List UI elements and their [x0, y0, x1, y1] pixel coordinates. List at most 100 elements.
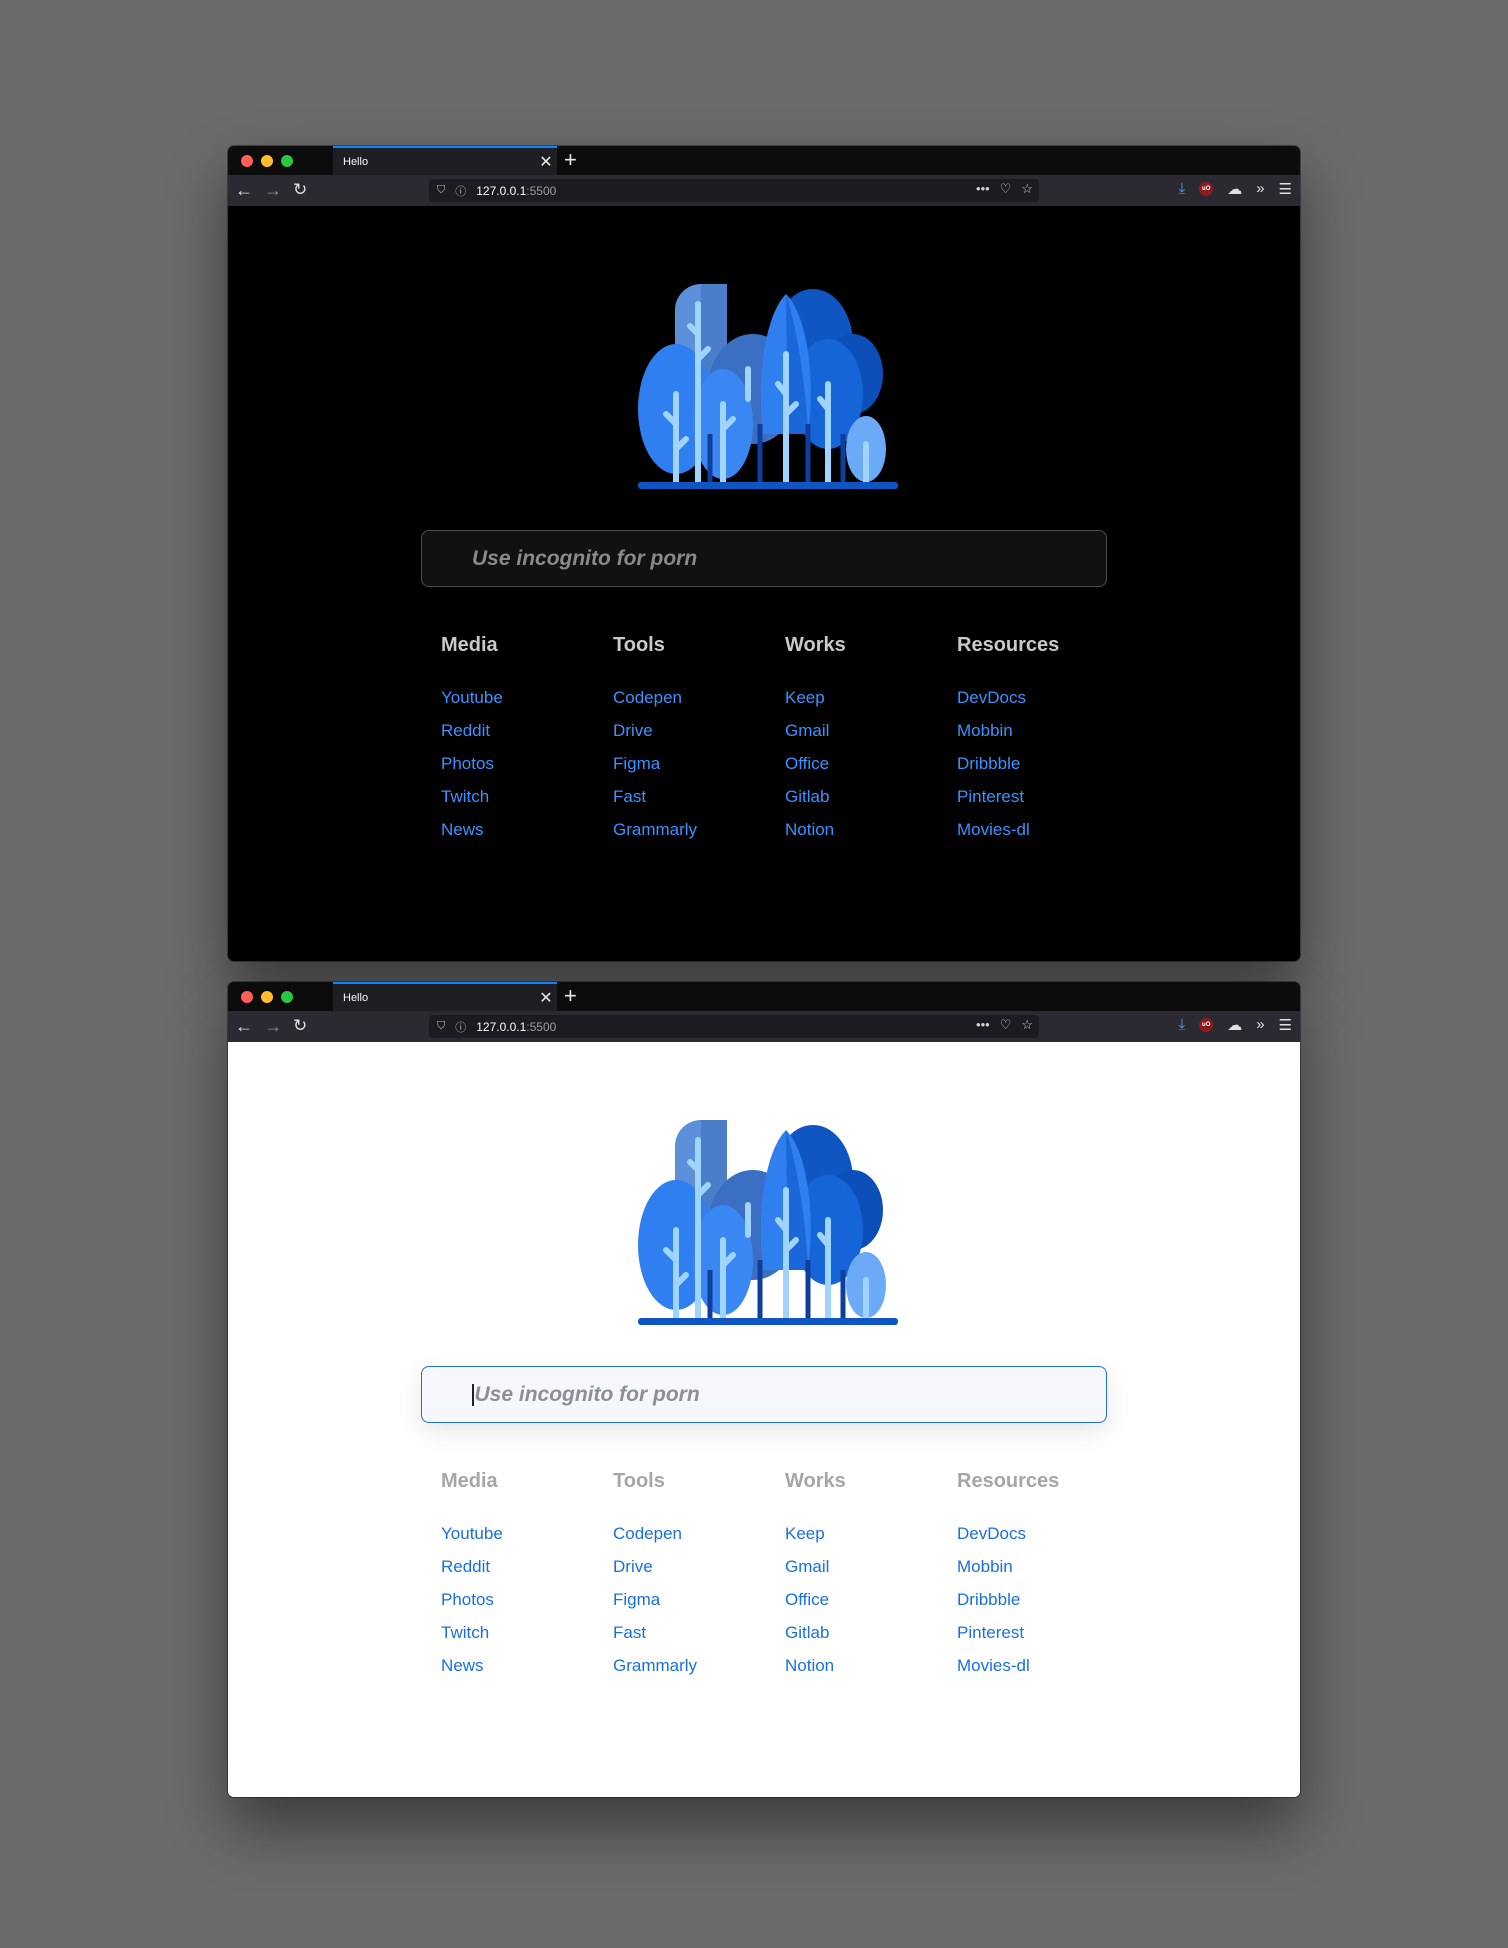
- maximize-window-button[interactable]: [281, 991, 293, 1003]
- link-reddit[interactable]: Reddit: [441, 721, 613, 754]
- link-fast[interactable]: Fast: [613, 1623, 785, 1656]
- link-dribbble[interactable]: Dribbble: [957, 1590, 1129, 1623]
- page-viewport: Use incognito for porn Media Youtube Reddi…: [228, 206, 1300, 961]
- new-tab-button[interactable]: +: [564, 148, 577, 172]
- search-input[interactable]: Use incognito for porn: [421, 1366, 1107, 1423]
- link-grammarly[interactable]: Grammarly: [613, 1656, 785, 1689]
- close-icon[interactable]: ✕: [535, 988, 557, 1008]
- page-actions-icon[interactable]: •••: [976, 1017, 990, 1033]
- window-controls: [241, 155, 293, 167]
- url-port: :5500: [526, 1019, 557, 1034]
- link-photos[interactable]: Photos: [441, 1590, 613, 1623]
- link-figma[interactable]: Figma: [613, 754, 785, 787]
- column-heading: Tools: [613, 1470, 665, 1492]
- maximize-window-button[interactable]: [281, 155, 293, 167]
- link-notion[interactable]: Notion: [785, 1656, 957, 1689]
- link-keep[interactable]: Keep: [785, 1524, 957, 1557]
- download-icon[interactable]: ⤓: [1179, 180, 1186, 198]
- column-heading: Media: [441, 1470, 498, 1492]
- close-icon[interactable]: ✕: [535, 152, 557, 172]
- navigation-toolbar: ← → ↻ ⛉ ⓘ 127.0.0.1:5500 ••• ♡ ☆ ⤓ uO ☁ …: [228, 1011, 1300, 1043]
- link-gitlab[interactable]: Gitlab: [785, 1623, 957, 1656]
- link-devdocs[interactable]: DevDocs: [957, 1524, 1129, 1557]
- download-icon[interactable]: ⤓: [1179, 1016, 1186, 1034]
- menu-icon[interactable]: ☰: [1279, 1016, 1292, 1034]
- info-icon[interactable]: ⓘ: [455, 183, 466, 199]
- link-mobbin[interactable]: Mobbin: [957, 1557, 1129, 1590]
- overflow-icon[interactable]: »: [1256, 180, 1264, 198]
- url-bar[interactable]: ⛉ ⓘ 127.0.0.1:5500 ••• ♡ ☆: [429, 1015, 1039, 1038]
- link-grammarly[interactable]: Grammarly: [613, 820, 785, 853]
- link-gmail[interactable]: Gmail: [785, 1557, 957, 1590]
- reload-icon[interactable]: ↻: [293, 179, 307, 201]
- forest-logo: [638, 284, 898, 489]
- link-movies-dl[interactable]: Movies-dl: [957, 820, 1129, 853]
- link-dribbble[interactable]: Dribbble: [957, 754, 1129, 787]
- url-bar[interactable]: ⛉ ⓘ 127.0.0.1:5500 ••• ♡ ☆: [429, 179, 1039, 202]
- ublock-icon[interactable]: uO: [1199, 1018, 1214, 1032]
- link-column-works: Works Keep Gmail Office Gitlab Notion: [785, 1470, 957, 1689]
- link-pinterest[interactable]: Pinterest: [957, 787, 1129, 820]
- link-reddit[interactable]: Reddit: [441, 1557, 613, 1590]
- link-drive[interactable]: Drive: [613, 721, 785, 754]
- link-twitch[interactable]: Twitch: [441, 1623, 613, 1656]
- pocket-icon[interactable]: ♡: [1000, 1017, 1012, 1033]
- link-gmail[interactable]: Gmail: [785, 721, 957, 754]
- close-window-button[interactable]: [241, 991, 253, 1003]
- menu-icon[interactable]: ☰: [1279, 180, 1292, 198]
- link-drive[interactable]: Drive: [613, 1557, 785, 1590]
- window-controls: [241, 991, 293, 1003]
- link-youtube[interactable]: Youtube: [441, 1524, 613, 1557]
- link-columns: Media Youtube Reddit Photos Twitch News Tools C…: [441, 1470, 1129, 1689]
- link-column-tools: Tools Codepen Drive Figma Fast Grammarly: [613, 1470, 785, 1689]
- column-heading: Resources: [957, 634, 1060, 656]
- link-notion[interactable]: Notion: [785, 820, 957, 853]
- bookmark-star-icon[interactable]: ☆: [1021, 181, 1033, 197]
- minimize-window-button[interactable]: [261, 991, 273, 1003]
- forward-arrow-icon[interactable]: →: [264, 1015, 282, 1037]
- shield-icon[interactable]: ⛉: [437, 1020, 445, 1033]
- link-column-resources: Resources DevDocs Mobbin Dribbble Pinterest M…: [957, 634, 1129, 853]
- forward-arrow-icon[interactable]: →: [264, 179, 282, 201]
- link-office[interactable]: Office: [785, 1590, 957, 1623]
- cloud-icon[interactable]: ☁: [1227, 180, 1242, 198]
- cloud-icon[interactable]: ☁: [1227, 1016, 1242, 1034]
- link-youtube[interactable]: Youtube: [441, 688, 613, 721]
- overflow-icon[interactable]: »: [1256, 1016, 1264, 1034]
- search-input[interactable]: Use incognito for porn: [421, 530, 1107, 587]
- link-devdocs[interactable]: DevDocs: [957, 688, 1129, 721]
- link-news[interactable]: News: [441, 1656, 613, 1689]
- tab-hello[interactable]: Hello ✕: [333, 982, 557, 1011]
- close-window-button[interactable]: [241, 155, 253, 167]
- link-news[interactable]: News: [441, 820, 613, 853]
- link-codepen[interactable]: Codepen: [613, 1524, 785, 1557]
- link-pinterest[interactable]: Pinterest: [957, 1623, 1129, 1656]
- page-actions-icon[interactable]: •••: [976, 181, 990, 197]
- pocket-icon[interactable]: ♡: [1000, 181, 1012, 197]
- link-twitch[interactable]: Twitch: [441, 787, 613, 820]
- new-tab-button[interactable]: +: [564, 984, 577, 1008]
- ublock-icon[interactable]: uO: [1199, 182, 1214, 196]
- link-column-resources: Resources DevDocs Mobbin Dribbble Pinterest M…: [957, 1470, 1129, 1689]
- link-figma[interactable]: Figma: [613, 1590, 785, 1623]
- link-gitlab[interactable]: Gitlab: [785, 787, 957, 820]
- link-keep[interactable]: Keep: [785, 688, 957, 721]
- link-office[interactable]: Office: [785, 754, 957, 787]
- link-fast[interactable]: Fast: [613, 787, 785, 820]
- bookmark-star-icon[interactable]: ☆: [1021, 1017, 1033, 1033]
- link-photos[interactable]: Photos: [441, 754, 613, 787]
- info-icon[interactable]: ⓘ: [455, 1019, 466, 1035]
- link-movies-dl[interactable]: Movies-dl: [957, 1656, 1129, 1689]
- tab-strip: Hello ✕ +: [228, 146, 1300, 175]
- back-arrow-icon[interactable]: ←: [235, 1015, 253, 1037]
- link-codepen[interactable]: Codepen: [613, 688, 785, 721]
- minimize-window-button[interactable]: [261, 155, 273, 167]
- column-heading: Media: [441, 634, 498, 656]
- tab-strip: Hello ✕ +: [228, 982, 1300, 1011]
- tab-hello[interactable]: Hello ✕: [333, 146, 557, 175]
- link-mobbin[interactable]: Mobbin: [957, 721, 1129, 754]
- back-arrow-icon[interactable]: ←: [235, 179, 253, 201]
- shield-icon[interactable]: ⛉: [437, 184, 445, 197]
- reload-icon[interactable]: ↻: [293, 1015, 307, 1037]
- browser-window-light: Hello ✕ + ← → ↻ ⛉ ⓘ 127.0.0.1:5500 ••• ♡…: [228, 982, 1300, 1797]
